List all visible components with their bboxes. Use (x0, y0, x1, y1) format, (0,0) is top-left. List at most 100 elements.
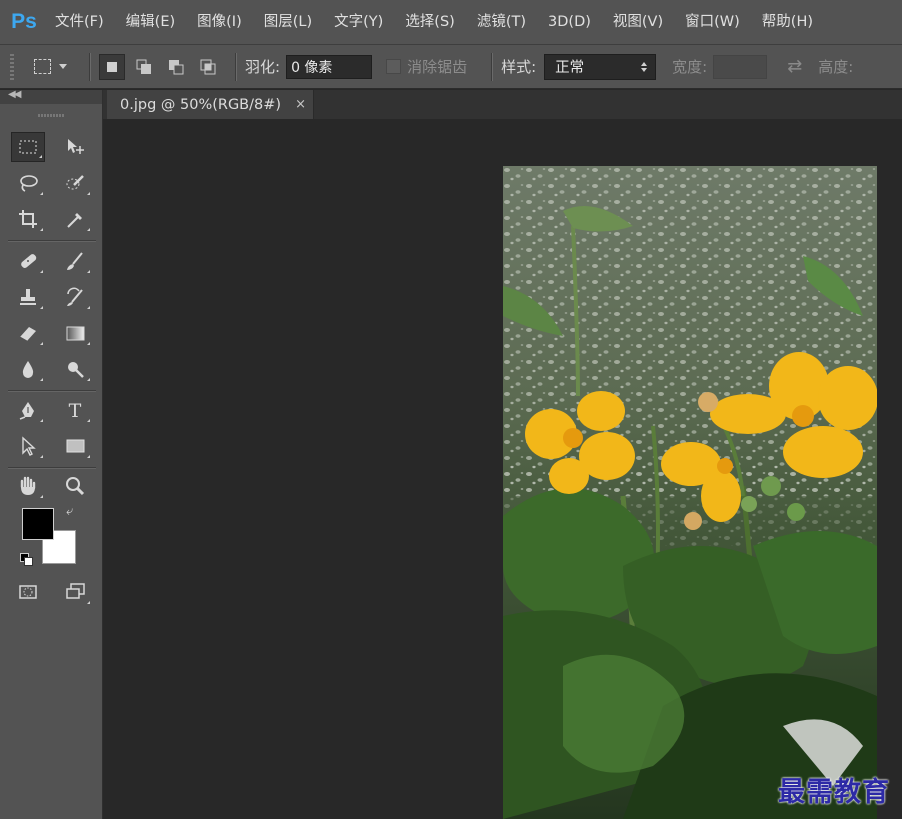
quick-selection-tool[interactable] (58, 168, 92, 198)
menu-window[interactable]: 窗口(W) (674, 0, 751, 44)
brush-icon (67, 252, 83, 270)
quick-mask-button[interactable] (11, 577, 45, 607)
options-bar: 羽化: 消除锯齿 样式: 正常 宽度: ⇄ 高度: (0, 44, 902, 89)
dodge-icon (68, 362, 84, 378)
add-selection-icon (136, 59, 151, 74)
updown-arrow-icon (641, 61, 648, 72)
eyedropper-tool[interactable] (58, 204, 92, 234)
type-tool[interactable]: T (58, 395, 92, 425)
chevron-down-icon (59, 64, 67, 69)
dodge-tool[interactable] (58, 354, 92, 384)
document-image[interactable] (503, 166, 877, 819)
rectangle-shape-icon (66, 439, 85, 453)
menu-edit[interactable]: 编辑(E) (115, 0, 186, 44)
tools-panel-grip[interactable] (38, 114, 64, 117)
tools-panel-header: ◀◀ (0, 89, 102, 104)
close-icon[interactable]: × (295, 97, 306, 112)
width-input[interactable] (713, 54, 768, 79)
hand-tool[interactable] (11, 471, 45, 501)
new-selection-icon (107, 61, 117, 72)
width-label: 宽度: (672, 58, 708, 76)
menu-bar: Ps 文件(F) 编辑(E) 图像(I) 图层(L) 文字(Y) 选择(S) 滤… (0, 0, 902, 44)
swap-colors-icon[interactable]: ⤶ (66, 504, 73, 519)
clone-stamp-tool[interactable] (11, 282, 45, 312)
history-brush-tool[interactable] (58, 282, 92, 312)
add-to-selection-button[interactable] (131, 54, 157, 80)
height-label: 高度: (818, 58, 854, 76)
antialias-checkbox[interactable] (386, 59, 402, 74)
subtract-selection-icon (169, 59, 184, 74)
healing-brush-tool[interactable] (11, 246, 45, 276)
menu-layer[interactable]: 图层(L) (253, 0, 323, 44)
gradient-icon (66, 326, 85, 341)
menu-3d[interactable]: 3D(D) (537, 0, 602, 44)
document-tab-title: 0.jpg @ 50%(RGB/8#) (120, 96, 282, 113)
menu-image[interactable]: 图像(I) (186, 0, 253, 44)
menu-select[interactable]: 选择(S) (394, 0, 466, 44)
brush-tool[interactable] (58, 246, 92, 276)
tools-panel: ◀◀ T ⤶ (0, 89, 103, 819)
divider (235, 52, 237, 81)
photoshop-logo: Ps (11, 10, 37, 33)
eraser-icon (19, 327, 36, 342)
document-tab[interactable]: 0.jpg @ 50%(RGB/8#) × (107, 90, 314, 119)
lasso-icon (20, 175, 38, 192)
quick-mask-icon (19, 585, 37, 599)
screen-mode-button[interactable] (58, 577, 92, 607)
divider (89, 52, 91, 81)
eyedropper-icon (67, 213, 82, 228)
intersect-selection-icon (200, 59, 216, 74)
stamp-icon (20, 289, 36, 305)
feather-input[interactable] (286, 54, 373, 79)
style-label: 样式: (501, 58, 537, 76)
gradient-tool[interactable] (58, 318, 92, 348)
svg-text:T: T (69, 400, 82, 421)
style-select[interactable]: 正常 (544, 53, 657, 80)
divider (8, 240, 96, 242)
bandage-icon (21, 254, 37, 268)
rect-marquee-icon (34, 59, 51, 74)
swap-width-height-icon[interactable]: ⇄ (787, 56, 802, 77)
crop-icon (19, 210, 37, 228)
blur-tool[interactable] (11, 354, 45, 384)
divider (8, 390, 96, 392)
crop-tool[interactable] (11, 204, 45, 234)
rectangle-tool[interactable] (58, 431, 92, 461)
menu-type[interactable]: 文字(Y) (323, 0, 394, 44)
menu-file[interactable]: 文件(F) (44, 0, 115, 44)
rect-marquee-icon (19, 140, 37, 154)
path-selection-tool[interactable] (11, 431, 45, 461)
foreground-color-swatch[interactable] (22, 508, 54, 540)
watermark: 最需教育 (778, 777, 890, 808)
water-drop-icon (22, 361, 34, 378)
menu-view[interactable]: 视图(V) (602, 0, 674, 44)
pen-icon (19, 402, 34, 420)
hand-icon (20, 476, 36, 495)
text-t-icon: T (69, 400, 82, 421)
path-arrow-icon (22, 436, 36, 456)
new-selection-button[interactable] (99, 53, 125, 80)
move-icon (68, 139, 84, 154)
flower-photo (503, 166, 877, 819)
divider (8, 467, 96, 469)
options-bar-grip[interactable] (10, 53, 14, 80)
divider (491, 52, 494, 81)
intersect-selection-button[interactable] (195, 54, 221, 80)
subtract-from-selection-button[interactable] (163, 54, 189, 80)
lasso-tool[interactable] (11, 168, 45, 198)
tool-preset-picker[interactable] (34, 59, 67, 74)
eraser-tool[interactable] (11, 318, 45, 348)
zoom-tool[interactable] (58, 471, 92, 501)
move-tool[interactable] (58, 132, 92, 162)
antialias-label: 消除锯齿 (407, 58, 468, 76)
magnifier-icon (66, 477, 85, 496)
screen-mode-icon (66, 583, 85, 599)
collapse-icon[interactable]: ◀◀ (8, 89, 21, 100)
rectangular-marquee-tool[interactable] (11, 132, 45, 162)
menu-filter[interactable]: 滤镜(T) (466, 0, 537, 44)
menu-help[interactable]: 帮助(H) (751, 0, 824, 44)
pen-tool[interactable] (11, 395, 45, 425)
style-select-value: 正常 (555, 60, 585, 76)
default-colors-icon[interactable] (20, 553, 33, 566)
history-brush-icon (67, 287, 83, 306)
